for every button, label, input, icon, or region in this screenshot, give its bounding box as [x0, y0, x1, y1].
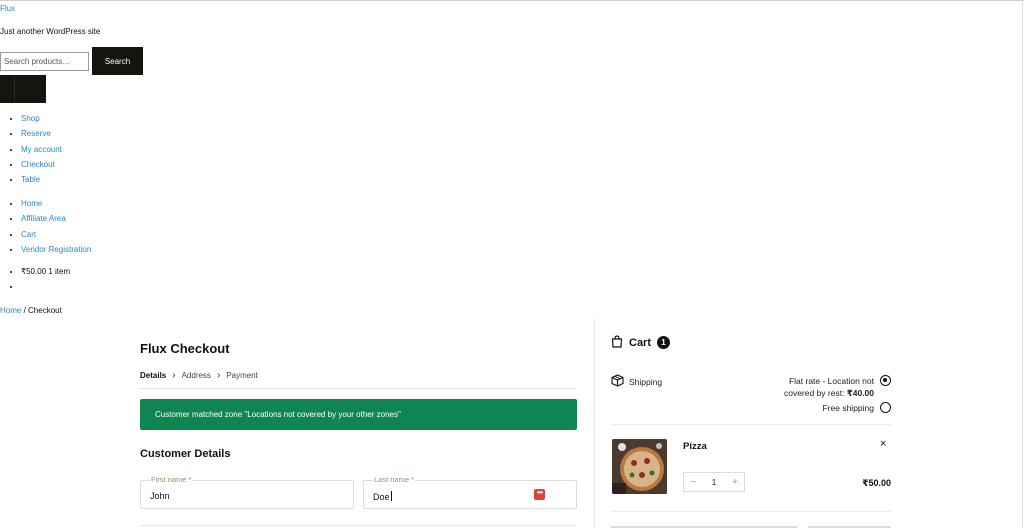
increase-quantity-button[interactable]: + [732, 477, 738, 488]
last-name-field[interactable]: Last name * Doe ••• [363, 475, 577, 509]
menu-item-home: Home [21, 199, 91, 214]
quantity-value[interactable]: 1 [712, 478, 716, 487]
column-divider [594, 319, 595, 528]
flat-rate-line2: covered by rest: ₹40.00 [734, 387, 874, 399]
breadcrumb-separator: / [21, 306, 29, 315]
site-tagline: Just another WordPress site [0, 27, 101, 36]
flat-rate-line2-text: covered by rest: [783, 388, 847, 398]
shopping-bag-icon [611, 335, 623, 350]
cart-item-price: ₹50.00 [862, 478, 891, 488]
remove-item-icon[interactable]: × [880, 438, 886, 450]
secondary-menu: Home Affiliate Area Cart Vendor Registra… [11, 199, 91, 260]
pizza-product-image [612, 439, 667, 494]
zone-notice: Customer matched zone "Locations not cov… [140, 399, 577, 430]
shipping-label: Shipping [611, 374, 662, 389]
right-border [1022, 0, 1023, 528]
cart-title: Cart [629, 336, 652, 349]
step-address[interactable]: Address [182, 371, 211, 380]
checkout-steps: Details › Address › Payment [140, 370, 258, 381]
chevron-right-icon: › [216, 370, 221, 381]
primary-menu: Shop Reserve My account Checkout Table [11, 114, 62, 190]
password-manager-icon[interactable]: ••• [534, 489, 545, 500]
cart-divider-bottom [611, 511, 891, 512]
menu-link-affiliate-area[interactable]: Affiliate Area [21, 214, 66, 223]
steps-divider [140, 388, 577, 389]
form-bottom-divider [140, 525, 577, 526]
first-name-field[interactable]: First name * John [140, 475, 354, 509]
menu-item-shop: Shop [21, 114, 62, 129]
flat-rate-line1: Flat rate - Location not [788, 376, 874, 386]
decrease-quantity-button[interactable]: − [690, 477, 696, 488]
breadcrumb: Home / Checkout [0, 306, 62, 315]
cart-header: Cart 1 [611, 335, 671, 350]
menu-toggle-divider [14, 75, 15, 103]
step-details[interactable]: Details [140, 371, 166, 380]
last-name-label: Last name * [373, 475, 416, 484]
breadcrumb-home-link[interactable]: Home [0, 306, 21, 315]
menu-item-cart: Cart [21, 230, 91, 245]
menu-link-cart[interactable]: Cart [21, 230, 36, 239]
shipping-option-flat-rate[interactable]: Flat rate - Location not covered by rest… [734, 375, 874, 399]
menu-link-vendor-registration[interactable]: Vendor Registration [21, 245, 91, 254]
customer-details-title: Customer Details [140, 448, 231, 460]
text-caret [390, 491, 392, 501]
cart-count-badge: 1 [657, 336, 671, 349]
menu-item-table: Table [21, 175, 62, 190]
mini-cart-empty-item [21, 282, 70, 297]
mini-cart-summary[interactable]: ₹50.00 1 item [21, 267, 70, 282]
menu-link-home[interactable]: Home [21, 199, 42, 208]
flat-rate-price: ₹40.00 [846, 388, 874, 398]
mini-cart-menu: ₹50.00 1 item [11, 267, 70, 298]
menu-item-my-account: My account [21, 145, 62, 160]
search-button[interactable]: Search [92, 47, 143, 75]
menu-link-checkout[interactable]: Checkout [21, 160, 55, 169]
flat-rate-radio[interactable] [880, 375, 891, 386]
menu-link-shop[interactable]: Shop [21, 114, 40, 123]
search-input[interactable] [0, 52, 89, 71]
quantity-stepper: − 1 + [683, 472, 745, 492]
menu-item-vendor-registration: Vendor Registration [21, 245, 91, 260]
step-payment[interactable]: Payment [226, 371, 258, 380]
menu-item-checkout: Checkout [21, 160, 62, 175]
checkout-title: Flux Checkout [140, 341, 230, 356]
cart-item-name: Pizza [683, 441, 707, 452]
menu-toggle-button[interactable] [0, 75, 46, 103]
last-name-value: Doe [373, 492, 390, 502]
menu-link-my-account[interactable]: My account [21, 145, 62, 154]
box-icon [611, 374, 624, 389]
menu-item-affiliate-area: Affiliate Area [21, 214, 91, 229]
menu-link-reserve[interactable]: Reserve [21, 129, 51, 138]
shipping-option-free[interactable]: Free shipping [734, 402, 874, 414]
free-shipping-radio[interactable] [880, 402, 891, 413]
site-title-link[interactable]: Flux [0, 4, 15, 13]
breadcrumb-current: Checkout [28, 306, 62, 315]
menu-link-table[interactable]: Table [21, 175, 40, 184]
chevron-right-icon: › [172, 370, 176, 381]
shipping-label-text: Shipping [629, 376, 663, 387]
cart-divider [611, 424, 891, 425]
menu-item-reserve: Reserve [21, 129, 62, 144]
first-name-value: John [150, 491, 170, 501]
top-border [0, 0, 1024, 1]
last-name-value-wrap: Doe [373, 491, 392, 502]
first-name-label: First name * [150, 475, 193, 484]
